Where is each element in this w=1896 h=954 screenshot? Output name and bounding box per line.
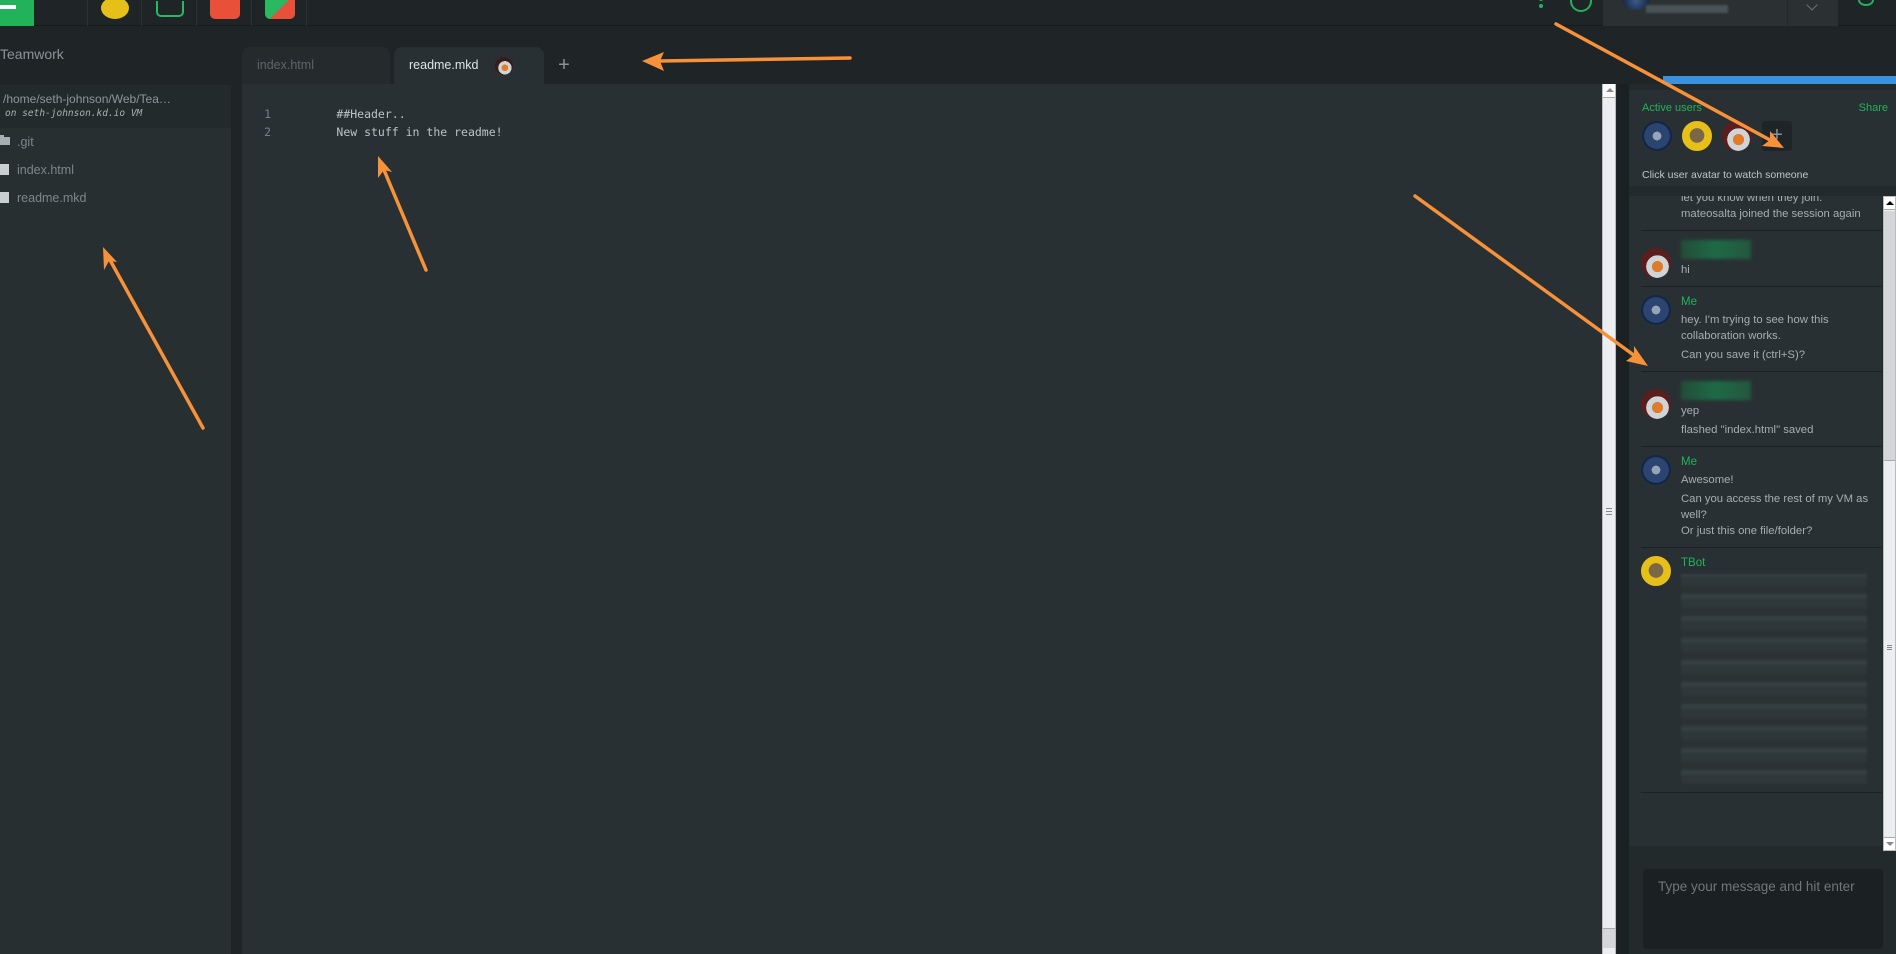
message-text: let you know when they join. [1681,196,1823,204]
tab-index-html[interactable]: index.html [242,47,390,84]
terminal-app-button[interactable] [143,0,197,26]
file-tree: /home/seth-johnson/Web/Tea… on seth-john… [0,85,231,954]
message-text: Or just this one file/folder? [1681,525,1813,537]
chat-message: let you know when they join. mateosalta … [1641,196,1882,231]
message-text: Awesome! [1681,474,1734,486]
message-text: Can you save it (ctrl+S)? [1681,349,1806,361]
key-icon[interactable] [1858,0,1874,6]
user-avatar-collaborator[interactable] [1722,121,1752,151]
chat-panel: Active users Share + Click user avatar t… [1629,84,1896,954]
notes-app-button[interactable] [198,0,252,26]
message-text: yep [1681,405,1700,417]
scroll-thumb[interactable] [1603,928,1615,948]
tab-label: readme.mkd [409,58,479,72]
message-text: flashed "index.html" saved [1681,424,1814,436]
message-list: let you know when they join. mateosalta … [1629,196,1882,846]
menu-button[interactable] [0,0,34,26]
tree-path: /home/seth-johnson/Web/Tea… [3,92,171,106]
line-text: New stuff in the readme! [336,125,503,139]
chat-message-input[interactable] [1643,869,1883,949]
folder-icon [0,135,10,145]
file-icon [0,192,9,203]
clock-app-button[interactable] [253,0,307,26]
more-dots-icon[interactable] [1539,0,1543,12]
sender-name-redacted [1681,381,1751,400]
active-users-list: + [1642,121,1792,151]
tree-vm: on seth-johnson.kd.io VM [5,108,143,119]
top-bar [0,0,1896,946]
editor-line[interactable]: 2 New stuff in the readme! [242,105,1602,139]
sender-name-redacted [1681,240,1751,259]
clock-icon [264,0,295,19]
message-text: hi [1681,264,1690,276]
tree-header: /home/seth-johnson/Web/Tea… on seth-john… [0,85,231,128]
add-user-button[interactable]: + [1762,121,1792,151]
tree-item-label: readme.mkd [17,191,87,205]
tree-item-label: index.html [17,163,74,177]
scroll-grip-icon [1887,645,1892,646]
tree-item-readme-mkd[interactable]: readme.mkd [0,184,231,212]
editor-line[interactable]: 1 ##Header.. [242,87,1602,121]
scroll-grip-icon [1606,508,1612,509]
scroll-up-arrow[interactable] [1603,84,1615,98]
notes-icon [209,0,240,19]
terminal-icon [155,1,184,17]
tab-readme-mkd[interactable]: readme.mkd [394,47,544,84]
line-number: 2 [264,125,271,139]
add-tab-button[interactable]: + [554,47,574,84]
chat-message: Me Awesome! Can you access the rest of m… [1641,447,1882,548]
sender-name: Me [1681,456,1697,468]
teamwork-app: Teamwork /home/seth-johnson/Web/Tea… on … [0,0,1896,954]
message-text: mateosalta joined the session again [1681,208,1861,220]
panel-title: Teamwork [0,46,64,62]
tab-label: index.html [257,58,314,72]
user-avatar-tbot[interactable] [1682,121,1712,151]
collaborator-avatar [495,57,513,75]
annotation-arrow-head [642,52,664,71]
chat-message: hi [1641,240,1882,287]
chat-divider[interactable] [1617,84,1629,954]
editor-scrollbar[interactable] [1602,84,1616,954]
code-editor[interactable]: 1 ##Header.. 2 New stuff in the readme! [242,84,1602,954]
account-name-redacted [1646,5,1728,13]
tree-item-label: .git [17,135,34,149]
account-button[interactable] [1603,0,1788,26]
panel-divider[interactable] [231,85,241,954]
message-text: Can you access the rest of my VM as well… [1681,493,1869,521]
teamwork-app-button[interactable] [88,0,142,26]
chat-header: Active users Share + Click user avatar t… [1629,90,1896,186]
chat-app-button[interactable] [34,0,1896,946]
scroll-thumb[interactable] [1884,211,1895,461]
teamwork-icon [100,0,129,19]
chat-scrollbar[interactable] [1883,196,1896,851]
file-icon [0,164,9,175]
sender-avatar[interactable] [1641,389,1671,419]
annotation-arrow [658,56,852,63]
scroll-down-arrow[interactable] [1884,837,1895,850]
sender-avatar[interactable] [1641,295,1671,325]
chat-message: Me hey. I'm trying to see how this colla… [1641,287,1882,372]
message-redacted [1681,574,1867,784]
sender-avatar[interactable] [1641,455,1671,485]
chevron-down-icon[interactable] [1788,0,1838,26]
user-avatar-me[interactable] [1642,121,1672,151]
chat-message: TBot [1641,548,1882,793]
tree-item-index-html[interactable]: index.html [0,156,231,184]
chat-message: yep flashed "index.html" saved [1641,381,1882,447]
tree-item-git[interactable]: .git [0,128,231,156]
message-text: hey. I'm trying to see how this collabor… [1681,314,1829,342]
sender-name: TBot [1681,557,1706,569]
scroll-up-arrow[interactable] [1884,197,1895,210]
status-ring-icon[interactable] [1570,0,1592,12]
sender-avatar[interactable] [1641,248,1671,278]
watch-hint: Click user avatar to watch someone [1642,169,1809,181]
sender-avatar[interactable] [1641,556,1671,586]
active-users-label: Active users [1642,102,1702,114]
share-link[interactable]: Share [1859,102,1888,114]
sender-name: Me [1681,296,1697,308]
